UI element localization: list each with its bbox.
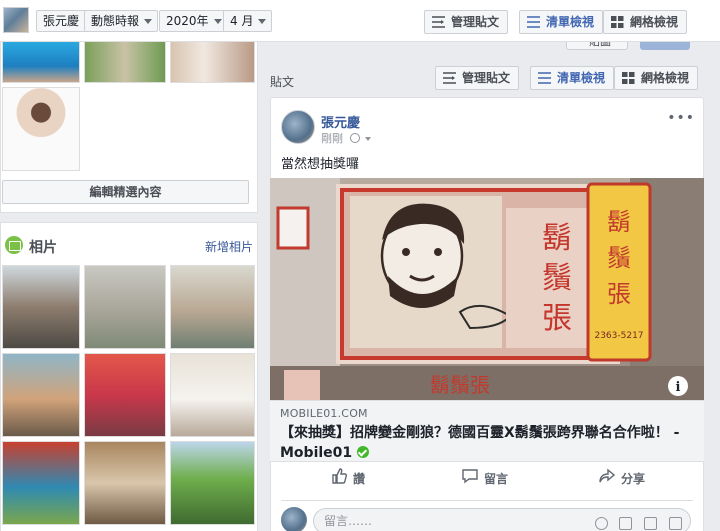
actions-divider	[281, 500, 693, 501]
manage-posts-label: 管理貼文	[451, 15, 500, 29]
grid-view-label: 網格檢視	[641, 71, 690, 85]
list-view-label: 清單檢視	[557, 71, 606, 85]
thumbs-up-icon	[332, 468, 347, 484]
manage-posts-button[interactable]: 管理貼文	[424, 10, 509, 34]
comment-placeholder: 留言……	[324, 514, 373, 528]
sign-char: 鬚	[607, 244, 631, 272]
post-message: 當然想抽獎囉	[281, 157, 360, 172]
photos-card: 相片 新增相片	[0, 222, 258, 531]
timeline-filter-label: 動態時報	[91, 14, 140, 28]
featured-photo[interactable]	[170, 41, 255, 83]
grid-view-label: 網格檢視	[630, 15, 679, 29]
featured-photo[interactable]	[2, 87, 80, 171]
month-dropdown[interactable]: 4 月	[223, 10, 273, 32]
photo-thumb[interactable]	[84, 353, 166, 437]
list-icon	[527, 16, 540, 28]
more-options-icon[interactable]: •••	[667, 110, 695, 126]
grid-view-button[interactable]: 網格檢視	[603, 10, 688, 34]
timeline-top-bar: 張元慶 動態時報 2020年 4 月 管理貼文 清單檢視 網格檢視	[0, 0, 720, 42]
sign-char: 鬍	[542, 221, 572, 256]
chevron-down-icon	[144, 19, 153, 24]
photo-thumb[interactable]	[170, 441, 255, 525]
link-title-text: 【來抽獎】招牌變金剛狼？德國百靈X鬍鬚張跨界聯名合作啦！ - Mobile01	[280, 425, 680, 461]
like-button[interactable]: 讚	[332, 468, 366, 487]
sticker-icon[interactable]	[669, 517, 682, 530]
sign-char: 張	[542, 301, 572, 336]
profile-avatar[interactable]	[3, 7, 29, 33]
privacy-globe-icon[interactable]	[349, 133, 360, 143]
post-author[interactable]: 張元慶	[321, 112, 360, 131]
post-meta: 剛剛	[321, 130, 371, 146]
right-column: 貼圖 貼文 管理貼文 清單檢視 網格檢視 張元慶 剛剛 ••• 當然想抽獎囉 鬍…	[262, 36, 720, 531]
post-actions: 讚 留言 分享	[271, 466, 703, 496]
commenter-avatar[interactable]	[281, 507, 307, 531]
lower-sign: 鬍鬚張	[430, 373, 490, 397]
grid-icon	[611, 16, 624, 28]
list-icon	[538, 72, 551, 84]
photo-thumb[interactable]	[170, 353, 255, 437]
photo-thumb[interactable]	[170, 265, 255, 349]
verified-badge-icon	[357, 446, 370, 458]
like-label: 讚	[353, 472, 366, 486]
profile-name-button[interactable]: 張元慶	[36, 10, 87, 32]
link-title[interactable]: 【來抽獎】招牌變金剛狼？德國百靈X鬍鬚張跨界聯名合作啦！ - Mobile01	[280, 423, 694, 463]
list-view-button-secondary[interactable]: 清單檢視	[530, 66, 615, 90]
chevron-down-icon	[258, 19, 267, 24]
grid-view-button-secondary[interactable]: 網格檢視	[614, 66, 699, 90]
comment-label: 留言	[484, 472, 509, 486]
left-column: 編輯精選內容 相片 新增相片	[0, 40, 258, 531]
edit-featured-button[interactable]: 編輯精選內容	[2, 180, 249, 204]
post-card: 張元慶 剛剛 ••• 當然想抽獎囉 鬍 鬚 張 鬍 鬚 張 2363-5217 …	[270, 97, 704, 531]
photo-thumb[interactable]	[2, 353, 80, 437]
grid-icon	[622, 72, 635, 84]
photo-thumb[interactable]	[84, 265, 166, 349]
list-view-button[interactable]: 清單檢視	[519, 10, 604, 34]
share-button[interactable]: 分享	[599, 468, 646, 487]
author-avatar[interactable]	[281, 110, 315, 144]
share-label: 分享	[621, 472, 646, 486]
manage-posts-icon	[432, 16, 445, 28]
comment-tools	[587, 514, 682, 531]
link-preview-text[interactable]: MOBILE01.COM 【來抽獎】招牌變金剛狼？德國百靈X鬍鬚張跨界聯名合作啦…	[270, 400, 704, 462]
chevron-down-icon[interactable]	[365, 137, 371, 141]
photos-icon	[5, 236, 23, 254]
featured-card: 編輯精選內容	[0, 40, 258, 213]
featured-photo[interactable]	[84, 41, 166, 83]
photo-thumb[interactable]	[2, 441, 80, 525]
posts-section-label: 貼文	[270, 75, 295, 89]
sign-char: 鬍	[607, 208, 631, 236]
link-preview-image[interactable]: 鬍 鬚 張 鬍 鬚 張 2363-5217 鬍鬚張 i	[270, 178, 704, 400]
year-label: 2020年	[166, 14, 209, 28]
month-label: 4 月	[230, 14, 254, 28]
emoji-icon[interactable]	[594, 517, 608, 530]
sign-char: 張	[607, 280, 631, 308]
link-domain: MOBILE01.COM	[280, 407, 368, 420]
manage-posts-label: 管理貼文	[462, 71, 511, 85]
comment-icon	[462, 469, 478, 484]
add-photos-link[interactable]: 新增相片	[205, 238, 253, 255]
share-icon	[599, 468, 615, 483]
comment-button[interactable]: 留言	[462, 469, 509, 487]
comment-input[interactable]: 留言……	[313, 508, 691, 531]
sign-char: 鬚	[542, 261, 572, 296]
list-view-label: 清單檢視	[546, 15, 595, 29]
storefront-photo: 鬍 鬚 張 鬍 鬚 張 2363-5217 鬍鬚張 i	[270, 178, 704, 400]
gif-icon[interactable]	[644, 517, 658, 530]
year-dropdown[interactable]: 2020年	[159, 10, 228, 32]
manage-posts-button-secondary[interactable]: 管理貼文	[435, 66, 520, 90]
sign-phone: 2363-5217	[594, 331, 643, 341]
info-icon[interactable]: i	[676, 380, 681, 395]
photo-thumb[interactable]	[84, 441, 166, 525]
photos-title[interactable]: 相片	[29, 237, 57, 257]
manage-posts-icon	[443, 72, 456, 84]
camera-icon[interactable]	[619, 517, 633, 530]
timeline-filter-dropdown[interactable]: 動態時報	[84, 10, 159, 32]
post-time[interactable]: 剛剛	[321, 132, 343, 145]
photo-thumb[interactable]	[2, 265, 80, 349]
chevron-down-icon	[213, 19, 222, 24]
featured-photo[interactable]	[2, 41, 80, 83]
